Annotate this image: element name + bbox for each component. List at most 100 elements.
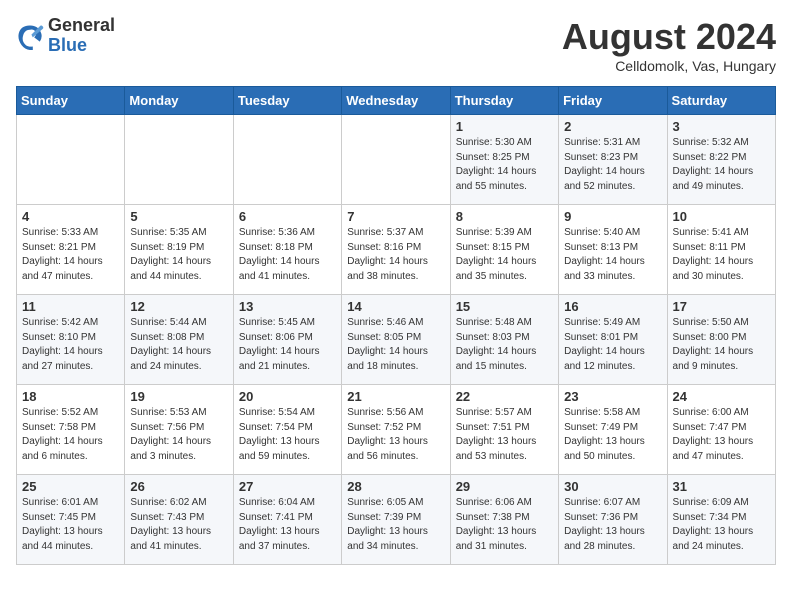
- calendar-cell: 13 Sunrise: 5:45 AM Sunset: 8:06 PM Dayli…: [233, 295, 341, 385]
- calendar-cell: [233, 115, 341, 205]
- day-info: Sunrise: 5:54 AM Sunset: 7:54 PM Dayligh…: [239, 406, 336, 464]
- location-subtitle: Celldomolk, Vas, Hungary: [562, 58, 776, 74]
- day-info: Sunrise: 5:40 AM Sunset: 8:13 PM Dayligh…: [564, 226, 661, 284]
- calendar-cell: [342, 115, 450, 205]
- day-number: 23: [564, 389, 661, 404]
- calendar-week-3: 18 Sunrise: 5:52 AM Sunset: 7:58 PM Dayli…: [17, 385, 776, 475]
- day-number: 9: [564, 209, 661, 224]
- day-number: 29: [456, 479, 553, 494]
- day-info: Sunrise: 6:07 AM Sunset: 7:36 PM Dayligh…: [564, 496, 661, 554]
- day-info: Sunrise: 6:06 AM Sunset: 7:38 PM Dayligh…: [456, 496, 553, 554]
- day-info: Sunrise: 5:36 AM Sunset: 8:18 PM Dayligh…: [239, 226, 336, 284]
- calendar-cell: 9 Sunrise: 5:40 AM Sunset: 8:13 PM Daylig…: [559, 205, 667, 295]
- day-info: Sunrise: 5:35 AM Sunset: 8:19 PM Dayligh…: [130, 226, 227, 284]
- day-number: 18: [22, 389, 119, 404]
- calendar-cell: 7 Sunrise: 5:37 AM Sunset: 8:16 PM Daylig…: [342, 205, 450, 295]
- day-number: 17: [673, 299, 770, 314]
- day-info: Sunrise: 5:45 AM Sunset: 8:06 PM Dayligh…: [239, 316, 336, 374]
- day-number: 12: [130, 299, 227, 314]
- day-number: 6: [239, 209, 336, 224]
- calendar-cell: 20Sunrise: 5:54 AM Sunset: 7:54 PM Dayli…: [233, 385, 341, 475]
- calendar-cell: 28Sunrise: 6:05 AM Sunset: 7:39 PM Dayli…: [342, 475, 450, 565]
- weekday-header-tuesday: Tuesday: [233, 87, 341, 115]
- calendar-cell: 21Sunrise: 5:56 AM Sunset: 7:52 PM Dayli…: [342, 385, 450, 475]
- day-info: Sunrise: 5:41 AM Sunset: 8:11 PM Dayligh…: [673, 226, 770, 284]
- calendar-cell: 5 Sunrise: 5:35 AM Sunset: 8:19 PM Daylig…: [125, 205, 233, 295]
- day-number: 25: [22, 479, 119, 494]
- weekday-row: SundayMondayTuesdayWednesdayThursdayFrid…: [17, 87, 776, 115]
- day-info: Sunrise: 6:04 AM Sunset: 7:41 PM Dayligh…: [239, 496, 336, 554]
- day-info: Sunrise: 5:37 AM Sunset: 8:16 PM Dayligh…: [347, 226, 444, 284]
- day-number: 22: [456, 389, 553, 404]
- day-number: 3: [673, 119, 770, 134]
- day-number: 7: [347, 209, 444, 224]
- calendar-cell: 26Sunrise: 6:02 AM Sunset: 7:43 PM Dayli…: [125, 475, 233, 565]
- day-info: Sunrise: 5:56 AM Sunset: 7:52 PM Dayligh…: [347, 406, 444, 464]
- day-info: Sunrise: 5:42 AM Sunset: 8:10 PM Dayligh…: [22, 316, 119, 374]
- day-info: Sunrise: 6:09 AM Sunset: 7:34 PM Dayligh…: [673, 496, 770, 554]
- day-info: Sunrise: 5:57 AM Sunset: 7:51 PM Dayligh…: [456, 406, 553, 464]
- month-title: August 2024: [562, 16, 776, 58]
- page-header: General Blue August 2024 Celldomolk, Vas…: [16, 16, 776, 74]
- day-info: Sunrise: 5:46 AM Sunset: 8:05 PM Dayligh…: [347, 316, 444, 374]
- day-number: 5: [130, 209, 227, 224]
- calendar-cell: 3 Sunrise: 5:32 AM Sunset: 8:22 PM Daylig…: [667, 115, 775, 205]
- day-info: Sunrise: 5:44 AM Sunset: 8:08 PM Dayligh…: [130, 316, 227, 374]
- day-number: 16: [564, 299, 661, 314]
- day-number: 2: [564, 119, 661, 134]
- day-info: Sunrise: 5:32 AM Sunset: 8:22 PM Dayligh…: [673, 136, 770, 194]
- calendar-week-1: 4 Sunrise: 5:33 AM Sunset: 8:21 PM Daylig…: [17, 205, 776, 295]
- day-number: 4: [22, 209, 119, 224]
- calendar-cell: 19Sunrise: 5:53 AM Sunset: 7:56 PM Dayli…: [125, 385, 233, 475]
- title-block: August 2024 Celldomolk, Vas, Hungary: [562, 16, 776, 74]
- calendar-week-4: 25 Sunrise: 6:01 AM Sunset: 7:45 PM Dayli…: [17, 475, 776, 565]
- weekday-header-sunday: Sunday: [17, 87, 125, 115]
- day-number: 11: [22, 299, 119, 314]
- logo-general: General: [48, 16, 115, 36]
- calendar-cell: [17, 115, 125, 205]
- day-info: Sunrise: 5:39 AM Sunset: 8:15 PM Dayligh…: [456, 226, 553, 284]
- day-info: Sunrise: 5:33 AM Sunset: 8:21 PM Dayligh…: [22, 226, 119, 284]
- day-number: 31: [673, 479, 770, 494]
- calendar-cell: 17 Sunrise: 5:50 AM Sunset: 8:00 PM Dayli…: [667, 295, 775, 385]
- calendar-cell: 11 Sunrise: 5:42 AM Sunset: 8:10 PM Dayli…: [17, 295, 125, 385]
- day-info: Sunrise: 5:31 AM Sunset: 8:23 PM Dayligh…: [564, 136, 661, 194]
- day-number: 13: [239, 299, 336, 314]
- day-number: 1: [456, 119, 553, 134]
- logo-text: General Blue: [48, 16, 115, 56]
- calendar-week-2: 11 Sunrise: 5:42 AM Sunset: 8:10 PM Dayli…: [17, 295, 776, 385]
- calendar-cell: 1Sunrise: 5:30 AM Sunset: 8:25 PM Daylig…: [450, 115, 558, 205]
- day-number: 28: [347, 479, 444, 494]
- calendar-cell: 18 Sunrise: 5:52 AM Sunset: 7:58 PM Dayli…: [17, 385, 125, 475]
- calendar-cell: 16 Sunrise: 5:49 AM Sunset: 8:01 PM Dayli…: [559, 295, 667, 385]
- calendar-cell: 2 Sunrise: 5:31 AM Sunset: 8:23 PM Daylig…: [559, 115, 667, 205]
- day-number: 8: [456, 209, 553, 224]
- day-info: Sunrise: 5:52 AM Sunset: 7:58 PM Dayligh…: [22, 406, 119, 464]
- day-number: 10: [673, 209, 770, 224]
- day-number: 14: [347, 299, 444, 314]
- calendar-cell: [125, 115, 233, 205]
- day-info: Sunrise: 5:49 AM Sunset: 8:01 PM Dayligh…: [564, 316, 661, 374]
- day-number: 15: [456, 299, 553, 314]
- day-info: Sunrise: 6:00 AM Sunset: 7:47 PM Dayligh…: [673, 406, 770, 464]
- logo-icon: [16, 22, 44, 50]
- calendar-body: 1Sunrise: 5:30 AM Sunset: 8:25 PM Daylig…: [17, 115, 776, 565]
- calendar-cell: 22 Sunrise: 5:57 AM Sunset: 7:51 PM Dayli…: [450, 385, 558, 475]
- calendar-cell: 31 Sunrise: 6:09 AM Sunset: 7:34 PM Dayli…: [667, 475, 775, 565]
- calendar-cell: 6 Sunrise: 5:36 AM Sunset: 8:18 PM Daylig…: [233, 205, 341, 295]
- logo: General Blue: [16, 16, 115, 56]
- weekday-header-wednesday: Wednesday: [342, 87, 450, 115]
- calendar-cell: 15Sunrise: 5:48 AM Sunset: 8:03 PM Dayli…: [450, 295, 558, 385]
- day-number: 26: [130, 479, 227, 494]
- weekday-header-friday: Friday: [559, 87, 667, 115]
- calendar-cell: 10 Sunrise: 5:41 AM Sunset: 8:11 PM Dayli…: [667, 205, 775, 295]
- weekday-header-saturday: Saturday: [667, 87, 775, 115]
- calendar-cell: 23 Sunrise: 5:58 AM Sunset: 7:49 PM Dayli…: [559, 385, 667, 475]
- calendar-cell: 27Sunrise: 6:04 AM Sunset: 7:41 PM Dayli…: [233, 475, 341, 565]
- calendar-header: SundayMondayTuesdayWednesdayThursdayFrid…: [17, 87, 776, 115]
- day-info: Sunrise: 6:01 AM Sunset: 7:45 PM Dayligh…: [22, 496, 119, 554]
- day-info: Sunrise: 5:50 AM Sunset: 8:00 PM Dayligh…: [673, 316, 770, 374]
- day-info: Sunrise: 5:58 AM Sunset: 7:49 PM Dayligh…: [564, 406, 661, 464]
- day-info: Sunrise: 5:53 AM Sunset: 7:56 PM Dayligh…: [130, 406, 227, 464]
- day-number: 30: [564, 479, 661, 494]
